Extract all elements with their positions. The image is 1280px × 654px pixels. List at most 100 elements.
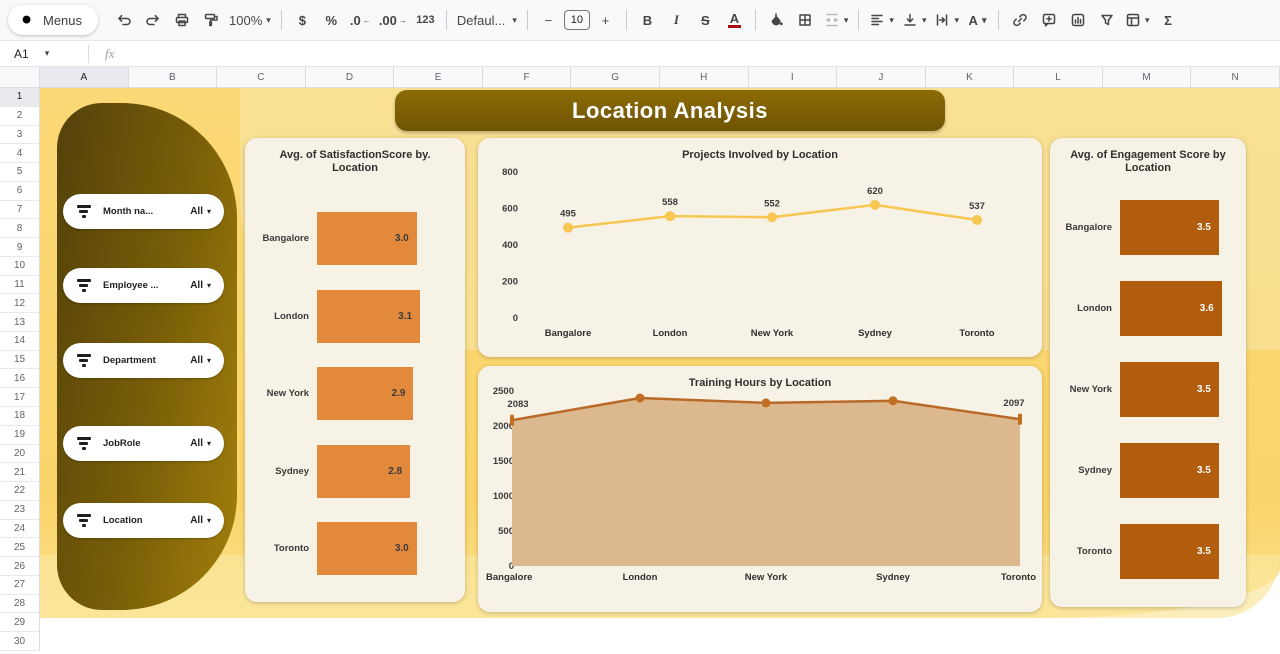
row-header-25[interactable]: 25 [0, 538, 40, 557]
print-button[interactable] [168, 7, 195, 34]
column-header-G[interactable]: G [571, 67, 660, 88]
row-header-18[interactable]: 18 [0, 407, 40, 426]
horizontal-align-button[interactable]: ▾ [866, 7, 897, 34]
table-tools-button[interactable]: ▾ [1122, 7, 1153, 34]
data-label: 537 [969, 201, 985, 212]
slicer-jobrole[interactable]: JobRoleAll▾ [63, 426, 224, 461]
cell-reference: A1 [14, 47, 29, 61]
column-header-H[interactable]: H [660, 67, 749, 88]
name-box[interactable]: A1 ▾ [0, 47, 88, 61]
strikethrough-button[interactable]: S [692, 7, 719, 34]
column-header-J[interactable]: J [837, 67, 926, 88]
increase-font-size-button[interactable]: + [592, 7, 619, 34]
slicer-month-na---[interactable]: Month na...All▾ [63, 194, 224, 229]
row-header-7[interactable]: 7 [0, 201, 40, 220]
row-header-24[interactable]: 24 [0, 520, 40, 539]
column-header-C[interactable]: C [217, 67, 306, 88]
insert-chart-button[interactable] [1064, 7, 1091, 34]
row-header-30[interactable]: 30 [0, 632, 40, 651]
row-header-19[interactable]: 19 [0, 426, 40, 445]
row-header-11[interactable]: 11 [0, 276, 40, 295]
column-header-K[interactable]: K [926, 67, 1015, 88]
row-header-28[interactable]: 28 [0, 595, 40, 614]
row-header-10[interactable]: 10 [0, 257, 40, 276]
fill-color-button[interactable] [763, 7, 790, 34]
row-header-2[interactable]: 2 [0, 107, 40, 126]
menus-button[interactable]: Menus [8, 5, 98, 35]
increase-decimal-button[interactable]: .00→ [376, 7, 410, 34]
column-header-E[interactable]: E [394, 67, 483, 88]
format-currency-button[interactable]: $ [289, 7, 316, 34]
row-header-6[interactable]: 6 [0, 182, 40, 201]
chart-satisfaction-score[interactable]: Avg. of SatisfactionScore by. Location B… [245, 138, 465, 602]
row-header-17[interactable]: 17 [0, 388, 40, 407]
insert-link-button[interactable] [1006, 7, 1033, 34]
bar-row: Bangalore3.0 [245, 200, 465, 278]
paint-format-button[interactable] [197, 7, 224, 34]
slicer-employee----[interactable]: Employee ...All▾ [63, 268, 224, 303]
row-header-16[interactable]: 16 [0, 369, 40, 388]
row-header-9[interactable]: 9 [0, 238, 40, 257]
text-wrapping-button[interactable]: ▾ [931, 7, 962, 34]
column-header-D[interactable]: D [306, 67, 395, 88]
chevron-down-icon: ▾ [889, 15, 894, 26]
create-filter-button[interactable] [1093, 7, 1120, 34]
column-header-I[interactable]: I [749, 67, 838, 88]
column-header-A[interactable]: A [40, 67, 129, 88]
borders-button[interactable] [792, 7, 819, 34]
italic-button[interactable]: I [663, 7, 690, 34]
bar: 3.0 [317, 522, 417, 575]
functions-button[interactable]: Σ [1155, 7, 1182, 34]
column-header-M[interactable]: M [1103, 67, 1192, 88]
insert-comment-button[interactable] [1035, 7, 1062, 34]
row-header-5[interactable]: 5 [0, 163, 40, 182]
row-header-26[interactable]: 26 [0, 557, 40, 576]
text-rotation-button[interactable]: A ▾ [964, 7, 991, 34]
column-header-B[interactable]: B [129, 67, 218, 88]
row-header-13[interactable]: 13 [0, 313, 40, 332]
slicer-label: Month na... [103, 206, 190, 217]
zoom-dropdown[interactable]: 100% ▾ [226, 7, 274, 34]
number-format-button[interactable]: 123 [412, 7, 439, 34]
row-header-3[interactable]: 3 [0, 126, 40, 145]
slicer-location[interactable]: LocationAll▾ [63, 503, 224, 538]
row-header-4[interactable]: 4 [0, 144, 40, 163]
print-icon [174, 12, 190, 28]
bold-button[interactable]: B [634, 7, 661, 34]
column-header-N[interactable]: N [1191, 67, 1280, 88]
vertical-align-button[interactable]: ▾ [899, 7, 930, 34]
bar-row: London3.1 [245, 278, 465, 356]
decrease-decimal-button[interactable]: .0← [347, 7, 374, 34]
format-percent-button[interactable]: % [318, 7, 345, 34]
row-header-8[interactable]: 8 [0, 219, 40, 238]
row-header-29[interactable]: 29 [0, 613, 40, 632]
column-header-L[interactable]: L [1014, 67, 1103, 88]
row-header-23[interactable]: 23 [0, 501, 40, 520]
y-tick-label: 600 [502, 204, 518, 215]
chart-projects-involved[interactable]: Projects Involved by Location 8006004002… [478, 138, 1042, 357]
undo-button[interactable] [110, 7, 137, 34]
row-header-15[interactable]: 15 [0, 351, 40, 370]
column-header-F[interactable]: F [483, 67, 572, 88]
row-header-1[interactable]: 1 [0, 88, 40, 107]
decrease-font-size-button[interactable]: − [535, 7, 562, 34]
row-header-27[interactable]: 27 [0, 576, 40, 595]
select-all-corner[interactable] [0, 67, 40, 88]
row-header-12[interactable]: 12 [0, 294, 40, 313]
redo-button[interactable] [139, 7, 166, 34]
row-header-21[interactable]: 21 [0, 463, 40, 482]
row-header-22[interactable]: 22 [0, 482, 40, 501]
divider [755, 10, 756, 30]
font-dropdown[interactable]: Defaul... ▾ [454, 7, 520, 34]
chart-engagement-score[interactable]: Avg. of Engagement Score by Location Ban… [1050, 138, 1246, 607]
row-header-14[interactable]: 14 [0, 332, 40, 351]
text-color-button[interactable]: A [721, 7, 748, 34]
merge-cells-button[interactable]: ▾ [821, 7, 852, 34]
chart-training-hours[interactable]: Training Hours by Location 2500200015001… [478, 366, 1042, 612]
bar-row: Toronto3.5 [1050, 511, 1246, 592]
font-size-input[interactable]: 10 [564, 10, 590, 30]
slicer-department[interactable]: DepartmentAll▾ [63, 343, 224, 378]
row-header-20[interactable]: 20 [0, 445, 40, 464]
slicer-label: JobRole [103, 438, 190, 449]
bar: 3.0 [317, 212, 417, 265]
